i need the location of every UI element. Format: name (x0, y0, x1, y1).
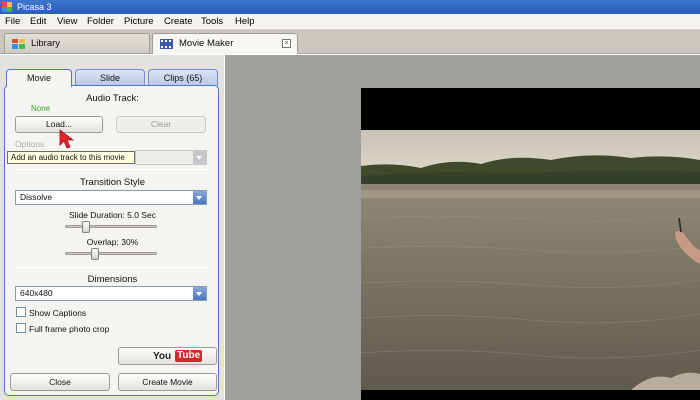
menu-tools[interactable]: Tools (201, 16, 223, 28)
menu-help[interactable]: Help (235, 16, 255, 28)
tab-movie[interactable]: Movie (6, 69, 72, 87)
close-tab-icon[interactable]: × (282, 39, 291, 48)
overlap-label: Overlap: 30% (86, 237, 139, 247)
audio-track-status: None (31, 104, 51, 113)
menu-edit[interactable]: Edit (30, 16, 46, 28)
tab-slide[interactable]: Slide (75, 69, 145, 86)
film-strip-icon (160, 39, 173, 49)
clear-audio-button[interactable]: Clear (116, 116, 206, 133)
slide-duration-slider[interactable] (82, 221, 90, 233)
tab-movie-maker[interactable]: Movie Maker × (152, 33, 298, 54)
preview-area (225, 55, 700, 400)
movie-preview[interactable] (361, 88, 700, 400)
show-captions-label: Show Captions (29, 308, 87, 318)
library-grid-icon (12, 39, 25, 49)
overlap-track[interactable] (65, 252, 157, 255)
divider (15, 169, 211, 170)
tab-movie-maker-label: Movie Maker (179, 38, 234, 49)
load-tooltip: Add an audio track to this movie (7, 151, 135, 164)
tab-library[interactable]: Library (4, 33, 150, 53)
title-bar: Picasa 3 (0, 0, 700, 14)
dimensions-select[interactable]: 640x480 (15, 286, 207, 301)
menu-bar: File Edit View Folder Picture Create Too… (0, 14, 700, 30)
overlap-slider[interactable] (91, 248, 99, 260)
divider (15, 267, 211, 268)
tab-library-label: Library (31, 38, 61, 49)
transition-style-value: Dissolve (20, 192, 53, 202)
menu-picture[interactable]: Picture (124, 16, 154, 28)
window-title: Picasa 3 (17, 2, 52, 12)
audio-options-select[interactable] (135, 150, 207, 165)
close-button[interactable]: Close (10, 373, 110, 391)
chevron-down-icon (193, 151, 206, 164)
menu-file[interactable]: File (5, 16, 20, 28)
mouse-cursor-icon (59, 129, 75, 149)
tab-clips[interactable]: Clips (65) (148, 69, 218, 86)
full-frame-label: Full frame photo crop (29, 324, 110, 334)
create-movie-button[interactable]: Create Movie (118, 373, 217, 391)
chevron-down-icon (193, 191, 206, 204)
chevron-down-icon (193, 287, 206, 300)
tab-strip: Library Movie Maker × (0, 30, 700, 54)
slide-duration-label: Slide Duration: 5.0 Sec (69, 210, 156, 220)
menu-folder[interactable]: Folder (87, 16, 114, 28)
youtube-logo-tube: Tube (175, 350, 203, 362)
slide-duration-track[interactable] (65, 225, 157, 228)
transition-style-select[interactable]: Dissolve (15, 190, 207, 205)
audio-options-label: Options (15, 139, 45, 149)
menu-view[interactable]: View (57, 16, 77, 28)
full-frame-checkbox[interactable] (16, 323, 26, 333)
youtube-logo-you: You (153, 351, 172, 362)
dimensions-title: Dimensions (87, 274, 138, 285)
audio-track-title: Audio Track: (86, 93, 139, 104)
dimensions-value: 640x480 (20, 288, 53, 298)
show-captions-checkbox[interactable] (16, 307, 26, 317)
river-landscape-photo (361, 130, 700, 400)
transition-style-title: Transition Style (79, 177, 146, 188)
youtube-upload-button[interactable]: You Tube (118, 347, 217, 365)
menu-create[interactable]: Create (164, 16, 193, 28)
picasa-app-icon (2, 2, 12, 12)
